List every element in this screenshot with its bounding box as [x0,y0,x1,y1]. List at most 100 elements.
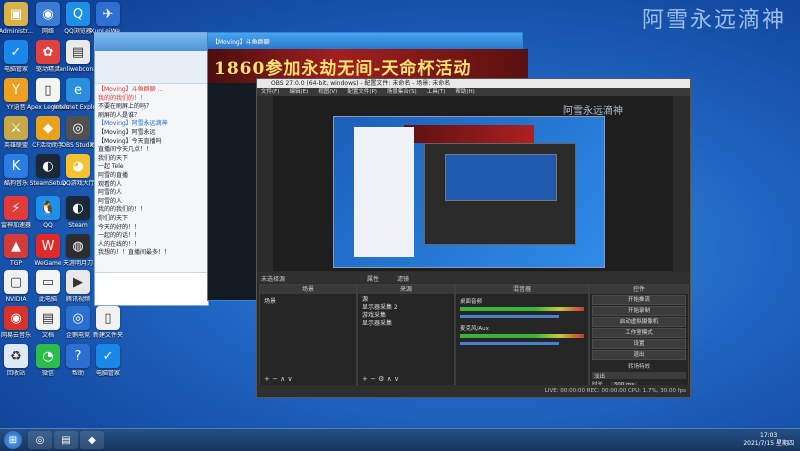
start-button[interactable]: ⊞ [4,431,22,449]
clock-time: 17:03 [760,432,778,439]
chat-message: 人的在线的！！ [98,240,141,248]
desktop-icon-label: 电脑管家 [95,370,120,377]
obs-menu-item[interactable]: 视图(V) [318,89,337,95]
obs-menu-item[interactable]: 场景集合(S) [387,89,417,95]
source-item[interactable]: 显示器采集 2 [362,304,450,312]
chat-message: 阿雪的直播 [98,171,129,179]
scene-controls[interactable]: + − ∧ ∨ [264,375,293,383]
app-icon: ◆ [88,434,96,446]
chat-message: 我想的！！直播间最多！！ [98,249,171,257]
chat-header [95,51,208,84]
control-button[interactable]: 设置 [592,339,686,349]
desktop-icon-glyph: ✈ [96,2,120,26]
room-title: 【Moving】斗鱼群聊 [212,38,270,46]
obs-preview[interactable]: 阿雪永远滴神 [273,96,673,271]
chat-message: 直播间今天几点！！ [98,146,153,154]
watermark-text: 阿雪永远滴神 [641,8,786,33]
taskbar: ⊞ ◎ ▤ ◆ 17:03 2021/7/15 星期四 [0,428,800,451]
preview-chat [354,127,414,257]
chat-message: 你们的天下 [98,214,129,222]
scene-item[interactable]: 场景 [260,294,356,307]
source-item[interactable]: 游戏采集 [362,312,450,320]
control-button[interactable]: 启动虚拟摄像机 [592,317,686,327]
taskbar-obs[interactable]: ◎ [28,431,52,449]
room-sidebar [208,83,258,300]
chat-message: 观看的人 [98,180,123,188]
source-bar-text: 未选择源 [261,276,286,283]
control-button[interactable]: 退出 [592,350,686,360]
desktop-icon-glyph: ▯ [96,306,120,330]
desktop-icon-glyph: ✓ [96,344,120,368]
control-button[interactable]: 开始录制 [592,306,686,316]
obs-menu-item[interactable]: 文件(F) [261,89,279,95]
qq-icon: ▤ [61,434,71,446]
mixer-track-mic: 麦克风/Aux [460,326,489,332]
controls-buttons: 开始推流 开始录制 启动虚拟摄像机 工作室模式 设置 退出 [590,295,688,360]
desktop-icon-label: 新建文件夹 [92,332,123,339]
mixer-track-desktop: 桌面音频 [460,299,483,305]
desktop-icon[interactable]: ▯ 新建文件夹 [84,306,132,339]
sources-dock: 来源 源显示器采集 2 游戏采集 显示器采集 + − ⚙ ∧ ∨ [357,284,455,386]
transition-select[interactable]: 淡出 [592,372,686,380]
chat-message: 不要在刷屏上的吗？ [98,103,153,111]
obs-menu-item[interactable]: 帮助(H) [455,89,474,95]
scenes-header: 场景 [260,285,356,294]
source-list: 源显示器采集 2 游戏采集 显示器采集 [358,294,454,330]
preview-desktop [333,116,605,268]
chat-message: 【Moving】阿雪永远滴神 [98,120,168,128]
properties-button[interactable]: 属性 [367,274,379,283]
clock-date: 2021/7/15 星期四 [743,440,794,447]
obs-icon: ◎ [35,434,45,446]
chat-message: 【Moving】今天直播吗 [98,137,162,145]
desktop-icon[interactable]: ✈XunLeiWe... [84,2,132,35]
taskbar-qq[interactable]: ▤ [54,431,78,449]
sources-header: 来源 [358,285,454,294]
chat-message: 我的的我们的！！ [98,94,147,102]
obs-menu-item[interactable]: 编辑(E) [289,89,308,95]
room-title-bar[interactable]: 【Moving】斗鱼群聊 [208,33,522,49]
obs-source-bar: 未选择源 属性 滤镜 [257,272,690,283]
obs-title-bar[interactable]: OBS 27.0.0 (64-bit, windows) - 配置文件: 未命名… [257,79,690,88]
chat-input[interactable] [95,272,208,305]
obs-menu-bar: 文件(F) 编辑(E) 视图(V) 配置文件(P) 场景集合(S) 工具(T) 帮助(H) [257,88,690,96]
obs-menu-item[interactable]: 配置文件(P) [347,89,377,95]
mic-audio-meter [460,334,584,338]
mixer-header: 混音器 [456,285,588,294]
chat-message: 我的的我们的！！ [98,206,147,214]
mixer-dock: 混音器 桌面音频 麦克风/Aux [455,284,589,386]
chat-message-list: 【Moving】斗鱼群聊 ... 我的的我们的！！ 不要在刷屏上的吗？ 刷屏的人是谁？… [95,84,208,260]
preview-banner [404,125,534,143]
chat-message: 一起的的话！！ [98,232,141,240]
chat-message: 【Moving】阿雪永远 [98,128,156,136]
chat-message: 阿雪的人 [98,189,123,197]
chat-message: 一起 Tele [98,163,124,171]
mic-audio-slider[interactable] [460,342,560,345]
obs-status-bar: LIVE: 00:00:00 REC: 00:00:00 CPU: 1.7%, … [257,385,690,397]
windows-icon: ⊞ [8,434,18,446]
obs-title: OBS 27.0.0 (64-bit, windows) - 配置文件: 未命名… [271,80,451,87]
obs-window[interactable]: OBS 27.0.0 (64-bit, windows) - 配置文件: 未命名… [256,78,691,398]
desktop-audio-meter [460,307,584,311]
filters-button[interactable]: 滤镜 [397,274,409,283]
preview-obs [424,143,576,245]
controls-dock: 控件 开始推流开始录制启动虚拟摄像机工作室模式设置退出 转场特效 淡出 时长 3… [589,284,689,388]
source-controls[interactable]: + − ⚙ ∧ ∨ [362,375,399,383]
source-item[interactable]: 显示器采集 [362,320,450,328]
chat-title-bar[interactable] [95,33,208,51]
scenes-dock: 场景 场景 + − ∧ ∨ [259,284,357,386]
control-button[interactable]: 工作室模式 [592,328,686,338]
control-button[interactable]: 开始推流 [592,295,686,305]
desktop-icon[interactable]: ✓ 电脑管家 [84,344,132,377]
preview-watermark: 阿雪永远滴神 [563,106,623,117]
controls-header: 控件 [590,285,688,294]
taskbar-clock[interactable]: 17:03 2021/7/15 星期四 [743,432,794,448]
chat-message: 【Moving】斗鱼群聊 ... [98,86,164,93]
source-item[interactable]: 源 [362,296,450,304]
obs-menu-item[interactable]: 工具(T) [427,89,446,95]
desktop-audio-slider[interactable] [460,315,560,318]
taskbar-app[interactable]: ◆ [80,431,104,449]
transitions-header: 转场特效 [627,364,650,370]
chat-message: 今天的好的！！ [98,223,141,231]
chat-window[interactable]: 【Moving】斗鱼群聊 ... 我的的我们的！！ 不要在刷屏上的吗？ 刷屏的人是谁？… [94,32,209,306]
preview-obs-inner [445,154,557,201]
